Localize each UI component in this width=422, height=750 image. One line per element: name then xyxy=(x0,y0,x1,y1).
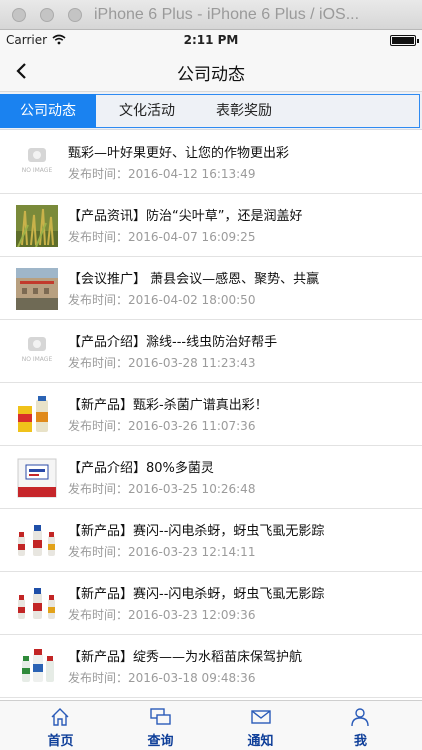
tab-culture-events[interactable]: 文化活动 xyxy=(100,94,194,128)
mail-icon xyxy=(251,710,271,724)
tab-home[interactable]: 首页 xyxy=(8,701,113,750)
list-item[interactable]: 【会议推广】 萧县会议—感恩、聚势、共赢 发布时间：2016-04-02 18:… xyxy=(0,257,422,320)
news-title: 【新产品】甄彩-杀菌广谱真出彩！ xyxy=(68,398,268,413)
news-time: 发布时间：2016-03-23 12:09:36 xyxy=(68,608,256,622)
bottles-thumbnail xyxy=(16,646,58,688)
list-item[interactable]: 【新产品】赛闪--闪电杀蚜，蚜虫飞虱无影踪 发布时间：2016-03-23 12… xyxy=(0,572,422,635)
news-time: 发布时间：2016-03-23 12:14:11 xyxy=(68,545,256,559)
news-title: 【新产品】赛闪--闪电杀蚜，蚜虫飞虱无影踪 xyxy=(68,587,325,602)
news-list: NO IMAGE 甄彩—叶好果更好、让您的作物更出彩 发布时间：2016-04-… xyxy=(0,131,422,700)
zoom-window-button[interactable] xyxy=(68,8,82,22)
list-item[interactable]: 【新产品】绽秀——为水稻苗床保驾护航 发布时间：2016-03-18 09:48… xyxy=(0,635,422,698)
bottles-thumbnail xyxy=(16,583,58,625)
simulator-titlebar: iPhone 6 Plus - iPhone 6 Plus / iOS... xyxy=(0,0,422,30)
navigation-bar: 公司动态 xyxy=(0,50,422,92)
minimize-window-button[interactable] xyxy=(40,8,54,22)
no-image-placeholder: NO IMAGE xyxy=(16,331,58,373)
news-time: 发布时间：2016-04-07 16:09:25 xyxy=(68,230,256,244)
tab-notifications[interactable]: 通知 xyxy=(208,701,313,750)
person-icon xyxy=(351,708,369,727)
no-image-placeholder: NO IMAGE xyxy=(16,142,58,184)
list-item[interactable]: NO IMAGE 甄彩—叶好果更好、让您的作物更出彩 发布时间：2016-04-… xyxy=(0,131,422,194)
news-time: 发布时间：2016-03-18 09:48:36 xyxy=(68,671,256,685)
news-time: 发布时间：2016-04-02 18:00:50 xyxy=(68,293,256,307)
camera-icon xyxy=(28,337,46,351)
news-title: 【产品介绍】滁线---线虫防治好帮手 xyxy=(68,335,278,350)
bottles-thumbnail xyxy=(16,520,58,562)
news-time: 发布时间：2016-03-25 10:26:48 xyxy=(68,482,256,496)
camera-icon xyxy=(28,148,46,162)
home-icon xyxy=(51,708,69,726)
list-item[interactable]: 【新产品】甄彩-杀菌广谱真出彩！ 发布时间：2016-03-26 11:07:3… xyxy=(0,383,422,446)
list-item[interactable]: 【产品资讯】防治“尖叶草”，还是润盖好 发布时间：2016-04-07 16:0… xyxy=(0,194,422,257)
tab-awards[interactable]: 表彰奖励 xyxy=(194,94,294,128)
product-thumbnail xyxy=(16,394,58,436)
tab-me[interactable]: 我 xyxy=(308,701,413,750)
query-icon xyxy=(150,708,171,725)
news-time: 发布时间：2016-03-28 11:23:43 xyxy=(68,356,256,370)
list-item[interactable]: 【产品介绍】80%多菌灵 发布时间：2016-03-25 10:26:48 xyxy=(0,446,422,509)
news-time: 发布时间：2016-04-12 16:13:49 xyxy=(68,167,256,181)
meeting-thumbnail xyxy=(16,268,58,310)
close-window-button[interactable] xyxy=(12,8,26,22)
list-item[interactable]: NO IMAGE 【产品介绍】滁线---线虫防治好帮手 发布时间：2016-03… xyxy=(0,320,422,383)
news-title: 【产品介绍】80%多菌灵 xyxy=(68,461,214,476)
tab-company-news[interactable]: 公司动态 xyxy=(0,94,96,128)
product-box-thumbnail xyxy=(16,457,58,499)
news-title: 【产品资讯】防治“尖叶草”，还是润盖好 xyxy=(68,209,303,224)
list-item[interactable]: 【新产品】赛闪--闪电杀蚜，蚜虫飞虱无影踪 发布时间：2016-03-23 12… xyxy=(0,509,422,572)
tab-query[interactable]: 查询 xyxy=(108,701,213,750)
news-title: 【新产品】绽秀——为水稻苗床保驾护航 xyxy=(68,650,303,665)
status-bar: Carrier 2:11 PM xyxy=(0,30,422,50)
news-title: 甄彩—叶好果更好、让您的作物更出彩 xyxy=(68,146,290,161)
news-time: 发布时间：2016-03-26 11:07:36 xyxy=(68,419,256,433)
page-title: 公司动态 xyxy=(177,65,245,85)
status-time: 2:11 PM xyxy=(183,33,239,47)
bottom-tab-bar: 首页 查询 通知 我 xyxy=(0,700,422,750)
battery-icon xyxy=(390,35,419,46)
simulator-title: iPhone 6 Plus - iPhone 6 Plus / iOS... xyxy=(94,6,360,23)
news-title: 【新产品】赛闪--闪电杀蚜，蚜虫飞虱无影踪 xyxy=(68,524,325,539)
category-tabs: 公司动态 文化活动 表彰奖励 xyxy=(0,92,422,130)
grass-thumbnail xyxy=(16,205,58,247)
news-title: 【会议推广】 萧县会议—感恩、聚势、共赢 xyxy=(68,272,320,287)
